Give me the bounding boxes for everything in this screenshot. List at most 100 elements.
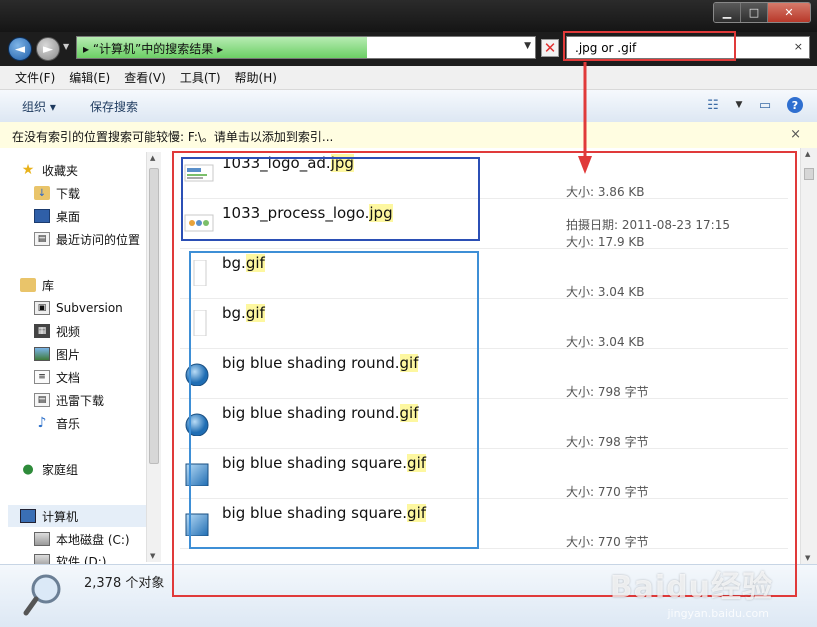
nav-documents-label: 文档 <box>56 370 81 385</box>
nav-videos[interactable]: ▦ 视频 <box>34 321 80 341</box>
file-name[interactable]: big blue shading square.gif <box>222 504 427 522</box>
file-row[interactable]: big blue shading round.gif 大小: 798 字节 <box>180 348 788 399</box>
nav-libraries[interactable]: 库 <box>20 275 54 295</box>
results-scrollbar[interactable]: ▲ ▼ <box>800 148 817 564</box>
menu-tools[interactable]: 工具(T) <box>173 69 228 86</box>
watermark: Baidu经验 <box>609 570 773 605</box>
music-icon: ♪ <box>37 415 47 431</box>
nav-computer[interactable]: 计算机 <box>20 506 78 526</box>
address-dropdown-icon[interactable]: ▼ <box>524 41 531 51</box>
file-name-base: bg. <box>222 304 246 322</box>
image-thumbnail-icon <box>184 410 214 437</box>
file-row[interactable]: bg.gif 大小: 3.04 KB <box>180 248 788 299</box>
file-extension-highlight: gif <box>407 454 427 472</box>
menu-file[interactable]: 文件(F) <box>8 69 62 86</box>
file-name[interactable]: 1033_process_logo.jpg <box>222 204 393 222</box>
menu-edit[interactable]: 编辑(E) <box>62 69 117 86</box>
view-dropdown-icon[interactable]: ▼ <box>735 98 743 112</box>
nav-computer-label: 计算机 <box>42 509 79 524</box>
minimize-button[interactable]: ▁ <box>714 3 741 22</box>
annotation-arrow-icon <box>578 62 592 174</box>
nav-desktop[interactable]: 桌面 <box>34 206 80 226</box>
index-info-bar[interactable]: 在没有索引的位置搜索可能较慢: F:\。请单击以添加到索引... × <box>0 122 817 149</box>
index-info-text: 在没有索引的位置搜索可能较慢: F:\。请单击以添加到索引... <box>12 130 334 144</box>
file-row[interactable]: big blue shading square.gif 大小: 770 字节 <box>180 498 788 549</box>
menu-view[interactable]: 查看(V) <box>117 69 173 86</box>
file-extension-highlight: jpg <box>369 204 393 222</box>
file-name[interactable]: big blue shading square.gif <box>222 454 427 472</box>
file-name-base: 1033_logo_ad. <box>222 154 331 172</box>
file-row[interactable]: big blue shading square.gif 大小: 770 字节 <box>180 448 788 499</box>
close-button[interactable]: ✕ <box>768 3 810 22</box>
file-name-base: bg. <box>222 254 246 272</box>
menu-help[interactable]: 帮助(H) <box>228 69 284 86</box>
back-button[interactable]: ◄ <box>8 37 32 61</box>
nav-downloads[interactable]: ↓ 下载 <box>34 183 80 203</box>
item-count: 2,378 个对象 <box>84 576 165 591</box>
scroll-down-icon[interactable]: ▼ <box>805 554 810 562</box>
homegroup-icon: ● <box>22 461 34 477</box>
forward-button[interactable]: ► <box>36 37 60 61</box>
file-name[interactable]: bg.gif <box>222 304 265 322</box>
save-search-button[interactable]: 保存搜索 <box>90 98 138 115</box>
search-magnifier-icon <box>23 574 61 616</box>
nav-scrollbar[interactable]: ▲ ▼ <box>146 152 161 562</box>
clear-search-icon[interactable]: × <box>794 40 803 53</box>
nav-local-disk[interactable]: 本地磁盘 (C:) <box>34 529 130 549</box>
address-row: ◄ ► ▼ ▸ “计算机”中的搜索结果 ▸ ▼ ✕ .jpg or .gif × <box>0 32 817 66</box>
file-row[interactable]: 1033_process_logo.jpg 拍摄日期: 2011-08-23 17… <box>180 198 788 249</box>
nav-scroll-thumb[interactable] <box>149 168 159 464</box>
preview-pane-icon[interactable]: ▭ <box>757 98 773 113</box>
downloads-folder-icon: ↓ <box>34 186 50 200</box>
file-name[interactable]: 1033_logo_ad.jpg <box>222 154 354 172</box>
libraries-icon <box>20 278 36 292</box>
nav-pictures[interactable]: 图片 <box>34 344 80 364</box>
file-row[interactable]: 1033_logo_ad.jpg 大小: 3.86 KB <box>180 148 788 199</box>
results-scroll-thumb[interactable] <box>804 168 814 180</box>
nav-homegroup[interactable]: ● 家庭组 <box>20 459 78 479</box>
nav-homegroup-label: 家庭组 <box>42 462 79 477</box>
file-name[interactable]: bg.gif <box>222 254 265 272</box>
search-input[interactable]: .jpg or .gif × <box>566 36 810 59</box>
scroll-up-icon[interactable]: ▲ <box>805 150 810 158</box>
nav-soft-disk-label: 软件 (D:) <box>56 554 107 565</box>
nav-music[interactable]: ♪ 音乐 <box>34 413 80 433</box>
videos-icon: ▦ <box>34 324 50 338</box>
change-view-icon[interactable]: ☷ <box>705 98 721 113</box>
scroll-up-icon[interactable]: ▲ <box>150 154 155 162</box>
pictures-icon <box>34 347 50 361</box>
caption-buttons: ▁ □ ✕ <box>713 2 811 23</box>
file-date-taken: 拍摄日期: 2011-08-23 17:15 <box>566 218 730 232</box>
search-input-value: .jpg or .gif <box>575 41 637 55</box>
nav-soft-disk[interactable]: 软件 (D:) <box>34 551 106 564</box>
file-row[interactable]: bg.gif 大小: 3.04 KB <box>180 298 788 349</box>
address-bar[interactable]: ▸ “计算机”中的搜索结果 ▸ ▼ <box>76 36 536 59</box>
nav-subversion[interactable]: ▣ Subversion <box>34 298 123 318</box>
nav-pictures-label: 图片 <box>56 347 81 362</box>
recent-pages-dropdown-icon[interactable]: ▼ <box>63 42 69 51</box>
view-controls: ☷ ▼ ▭ ? <box>705 97 803 113</box>
nav-favorites[interactable]: ★ 收藏夹 <box>20 160 78 180</box>
thunder-downloads-icon: ▤ <box>34 393 50 407</box>
file-name[interactable]: big blue shading round.gif <box>222 354 419 372</box>
file-name[interactable]: big blue shading round.gif <box>222 404 419 422</box>
computer-icon <box>20 509 36 523</box>
nav-documents[interactable]: ≡ 文档 <box>34 367 80 387</box>
nav-recent[interactable]: ▤ 最近访问的位置 <box>34 229 140 249</box>
maximize-button[interactable]: □ <box>741 3 768 22</box>
nav-favorites-label: 收藏夹 <box>42 163 79 178</box>
drive-icon <box>34 554 50 564</box>
organize-button[interactable]: 组织 ▾ <box>22 98 56 115</box>
help-icon[interactable]: ? <box>787 97 803 113</box>
file-row[interactable]: big blue shading round.gif 大小: 798 字节 <box>180 398 788 449</box>
file-name-base: big blue shading square. <box>222 504 408 522</box>
nav-thunder[interactable]: ▤ 迅雷下载 <box>34 390 104 410</box>
file-icon <box>184 309 214 337</box>
close-infobar-icon[interactable]: × <box>790 127 801 142</box>
scroll-down-icon[interactable]: ▼ <box>150 552 155 560</box>
file-extension-highlight: jpg <box>330 154 354 172</box>
file-extension-highlight: gif <box>245 254 265 272</box>
image-thumbnail-icon <box>184 360 214 387</box>
stop-search-button[interactable]: ✕ <box>541 39 559 57</box>
file-name-base: big blue shading square. <box>222 454 408 472</box>
